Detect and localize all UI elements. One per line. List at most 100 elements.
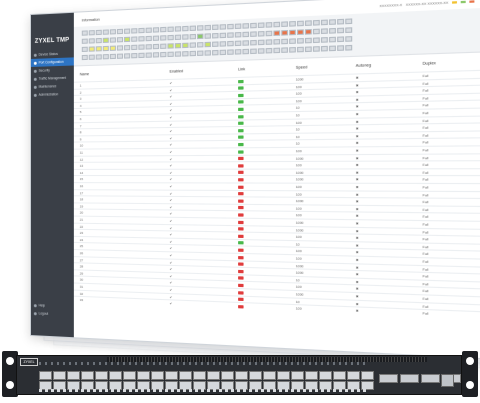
port-status-cell[interactable] — [138, 52, 145, 59]
port-status-cell[interactable] — [95, 37, 102, 44]
port-status-cell[interactable] — [265, 47, 273, 54]
port-status-cell[interactable] — [167, 43, 174, 49]
port-status-cell[interactable] — [337, 27, 345, 34]
port-status-cell[interactable] — [102, 54, 109, 60]
col-enabled[interactable]: Enabled — [170, 69, 184, 74]
port-status-cell[interactable] — [289, 20, 296, 27]
col-duplex[interactable]: Duplex — [423, 61, 436, 66]
sidebar-item[interactable]: Administration — [31, 90, 74, 99]
port-status-cell[interactable] — [81, 38, 88, 44]
port-status-cell[interactable] — [250, 48, 257, 55]
port-status-cell[interactable] — [297, 20, 304, 27]
port-status-cell[interactable] — [124, 44, 131, 51]
port-status-cell[interactable] — [182, 25, 189, 32]
port-status-cell[interactable] — [204, 24, 211, 31]
port-status-cell[interactable] — [234, 49, 242, 55]
port-status-cell[interactable] — [95, 46, 102, 52]
port-status-cell[interactable] — [124, 36, 131, 43]
port-status-cell[interactable] — [116, 28, 124, 35]
port-status-cell[interactable] — [265, 22, 273, 28]
port-status-cell[interactable] — [265, 39, 273, 45]
port-status-cell[interactable] — [345, 18, 353, 25]
port-status-cell[interactable] — [212, 41, 219, 47]
col-link[interactable]: Link — [238, 67, 245, 71]
port-status-cell[interactable] — [160, 43, 167, 49]
port-status-cell[interactable] — [174, 51, 182, 57]
port-status-cell[interactable] — [219, 24, 227, 30]
port-status-cell[interactable] — [152, 35, 160, 41]
port-status-cell[interactable] — [145, 44, 152, 50]
port-status-cell[interactable] — [138, 27, 145, 34]
port-status-cell[interactable] — [116, 45, 124, 51]
port-status-cell[interactable] — [174, 26, 182, 32]
port-status-cell[interactable] — [197, 42, 204, 48]
port-status-cell[interactable] — [289, 29, 296, 36]
port-status-cell[interactable] — [227, 40, 234, 47]
port-status-cell[interactable] — [81, 54, 88, 61]
port-status-cell[interactable] — [329, 36, 336, 43]
port-status-cell[interactable] — [320, 37, 328, 43]
port-status-cell[interactable] — [81, 46, 88, 53]
port-status-cell[interactable] — [281, 47, 288, 53]
port-status-cell[interactable] — [265, 30, 273, 37]
port-status-cell[interactable] — [160, 51, 167, 58]
port-status-cell[interactable] — [167, 51, 174, 58]
port-status-cell[interactable] — [281, 21, 288, 28]
port-status-cell[interactable] — [212, 32, 219, 39]
port-status-cell[interactable] — [197, 25, 204, 31]
port-status-cell[interactable] — [160, 35, 167, 41]
col-autoneg[interactable]: Autoneg — [356, 63, 371, 68]
port-status-cell[interactable] — [289, 38, 296, 45]
port-status-cell[interactable] — [131, 28, 138, 34]
port-status-cell[interactable] — [320, 19, 328, 26]
port-status-cell[interactable] — [116, 37, 124, 43]
port-status-cell[interactable] — [297, 46, 304, 53]
port-status-cell[interactable] — [257, 30, 265, 37]
port-status-cell[interactable] — [312, 19, 320, 26]
port-status-cell[interactable] — [250, 22, 257, 29]
port-status-cell[interactable] — [102, 29, 109, 35]
port-status-cell[interactable] — [219, 41, 227, 47]
col-speed[interactable]: Speed — [296, 65, 307, 70]
port-status-cell[interactable] — [109, 29, 116, 35]
port-status-cell[interactable] — [304, 28, 312, 35]
port-status-cell[interactable] — [281, 38, 288, 45]
port-status-cell[interactable] — [131, 44, 138, 51]
port-status-cell[interactable] — [227, 32, 234, 38]
port-status-cell[interactable] — [174, 34, 182, 41]
port-status-cell[interactable] — [304, 20, 312, 26]
port-status-cell[interactable] — [116, 53, 124, 59]
port-status-cell[interactable] — [167, 34, 174, 41]
port-status-cell[interactable] — [219, 49, 227, 56]
port-status-cell[interactable] — [297, 29, 304, 36]
port-status-cell[interactable] — [109, 53, 116, 60]
port-status-cell[interactable] — [204, 33, 211, 39]
port-status-cell[interactable] — [138, 44, 145, 50]
port-status-cell[interactable] — [312, 28, 320, 35]
port-status-cell[interactable] — [337, 36, 345, 43]
port-status-cell[interactable] — [124, 28, 131, 34]
port-status-cell[interactable] — [145, 27, 152, 33]
port-status-cell[interactable] — [297, 38, 304, 44]
port-status-cell[interactable] — [88, 30, 95, 36]
port-status-cell[interactable] — [95, 54, 102, 60]
port-status-cell[interactable] — [250, 31, 257, 37]
port-status-cell[interactable] — [312, 37, 320, 44]
port-status-cell[interactable] — [81, 30, 88, 36]
port-status-cell[interactable] — [182, 51, 189, 57]
port-status-cell[interactable] — [109, 37, 116, 43]
port-status-cell[interactable] — [273, 38, 281, 45]
port-status-cell[interactable] — [234, 23, 242, 30]
port-status-cell[interactable] — [152, 43, 160, 50]
port-status-cell[interactable] — [345, 44, 353, 51]
port-status-cell[interactable] — [219, 32, 227, 39]
port-status-cell[interactable] — [273, 21, 281, 28]
port-status-cell[interactable] — [273, 30, 281, 36]
port-status-cell[interactable] — [242, 31, 250, 38]
port-status-cell[interactable] — [131, 52, 138, 59]
port-status-cell[interactable] — [138, 36, 145, 42]
port-status-cell[interactable] — [204, 41, 211, 48]
port-status-cell[interactable] — [234, 31, 242, 38]
port-status-cell[interactable] — [124, 53, 131, 59]
port-status-cell[interactable] — [102, 45, 109, 52]
